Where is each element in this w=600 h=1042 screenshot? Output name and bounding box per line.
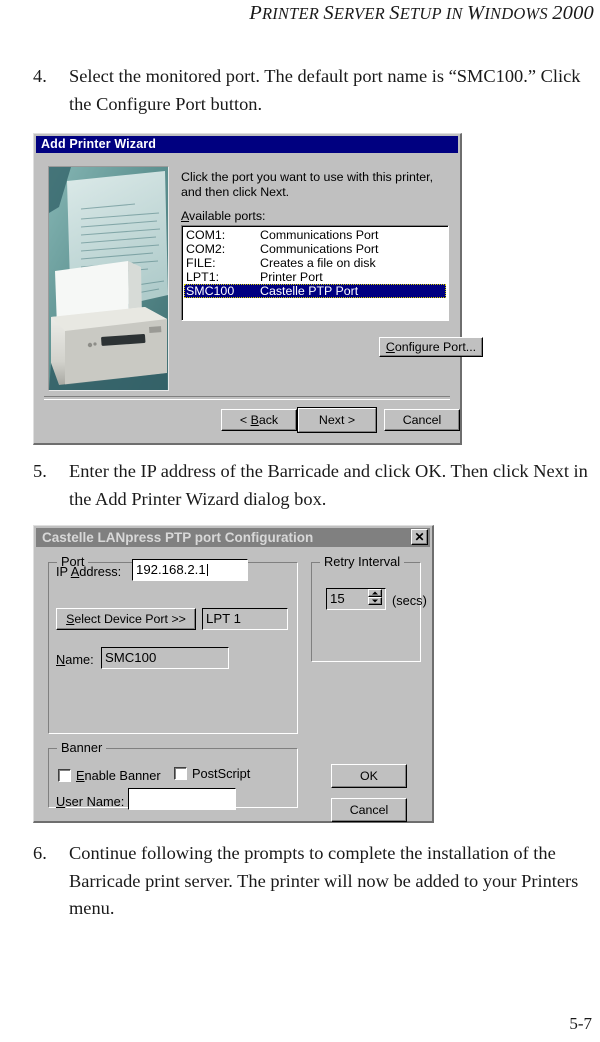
step-text: Enter the IP address of the Barricade an… xyxy=(69,461,588,509)
retry-interval-stepper[interactable] xyxy=(368,589,382,605)
device-port-value-field: LPT 1 xyxy=(202,608,288,630)
available-ports-label-rest: vailable ports: xyxy=(189,209,266,223)
dialog-titlebar: Add Printer Wizard xyxy=(36,136,458,153)
running-head-segment: ERVER xyxy=(333,4,390,23)
back-accel: B xyxy=(250,413,259,427)
stepper-up-button[interactable] xyxy=(368,589,382,597)
port-description: Printer Port xyxy=(260,270,323,284)
running-head-segment: ETUP xyxy=(399,4,446,23)
ip-address-input[interactable]: 192.168.2.1 xyxy=(132,559,248,581)
available-ports-label: Available ports: xyxy=(181,209,266,223)
step-text: Select the monitored port. The default p… xyxy=(69,66,581,114)
select-device-port-button[interactable]: Select Device Port >> xyxy=(56,608,196,630)
name-label-rest: ame: xyxy=(65,652,94,667)
port-name: FILE: xyxy=(186,256,216,270)
chevron-down-icon xyxy=(372,599,378,603)
port-list-item[interactable]: COM2: Communications Port xyxy=(184,242,446,256)
step-number: 5. xyxy=(33,461,47,481)
step-number: 4. xyxy=(33,66,47,86)
running-head-segment: P xyxy=(249,2,262,24)
configure-port-accel: C xyxy=(385,340,395,354)
printer-photo xyxy=(48,166,169,391)
user-name-input[interactable] xyxy=(128,788,236,810)
port-description: Communications Port xyxy=(260,242,379,256)
enable-banner-label[interactable]: Enable Banner xyxy=(76,768,161,783)
port-name: SMC100 xyxy=(186,284,235,298)
retry-units-label: (secs) xyxy=(392,593,427,608)
port-description: Creates a file on disk xyxy=(260,256,376,270)
step-number: 6. xyxy=(33,843,47,863)
banner-group-label: Banner xyxy=(57,741,107,755)
running-head-segment: IN xyxy=(445,4,468,23)
postscript-label[interactable]: PostScript xyxy=(192,766,250,781)
retry-interval-group-label: Retry Interval xyxy=(320,555,405,569)
back-prefix: < xyxy=(239,413,251,427)
port-name: COM1: xyxy=(186,228,226,242)
back-label: ack xyxy=(258,413,279,427)
page-number: 5-7 xyxy=(569,1014,592,1033)
name-label: Name: xyxy=(56,652,94,667)
step-item-6: 6. Continue following the prompts to com… xyxy=(33,840,595,923)
dialog-title: Add Printer Wizard xyxy=(41,137,157,151)
port-name: COM2: xyxy=(186,242,226,256)
port-list-item[interactable]: FILE: Creates a file on disk xyxy=(184,256,446,270)
ok-button[interactable]: OK xyxy=(331,764,407,788)
port-description: Castelle PTP Port xyxy=(260,284,359,298)
port-list-item[interactable]: LPT1: Printer Port xyxy=(184,270,446,284)
dialog-titlebar: Castelle LANpress PTP port Configuration xyxy=(36,528,430,547)
dialog-separator xyxy=(44,396,450,400)
port-name: LPT1: xyxy=(186,270,220,284)
port-list-item[interactable]: SMC100 Castelle PTP Port xyxy=(184,284,446,298)
printer-illustration-icon xyxy=(49,167,168,390)
ip-label-prefix: IP xyxy=(56,564,71,579)
ip-label-accel: A xyxy=(70,564,80,579)
step-item-4: 4. Select the monitored port. The defaul… xyxy=(33,63,595,118)
next-label: Next > xyxy=(298,408,376,432)
running-head-segment: W xyxy=(467,2,485,24)
enable-banner-accel: E xyxy=(76,768,85,783)
ip-address-label: IP Address: xyxy=(56,564,121,579)
available-ports-listbox[interactable]: COM1: Communications Port COM2: Communicati… xyxy=(181,225,449,321)
port-description: Communications Port xyxy=(260,228,379,242)
name-label-accel: N xyxy=(56,652,66,667)
configure-port-label: onfigure Port... xyxy=(394,340,477,354)
text-caret xyxy=(206,564,208,576)
running-head-segment: S xyxy=(389,2,400,24)
port-list-item[interactable]: COM1: Communications Port xyxy=(184,228,446,242)
ip-address-value: 192.168.2.1 xyxy=(136,562,206,577)
running-head-segment: S xyxy=(323,2,334,24)
user-name-accel: U xyxy=(56,794,66,809)
port-name-field[interactable]: SMC100 xyxy=(101,647,229,669)
cancel-button[interactable]: Cancel xyxy=(384,409,460,431)
stepper-down-button[interactable] xyxy=(368,597,382,605)
add-printer-wizard-dialog: Add Printer Wizard Click the port you wa… xyxy=(33,133,483,445)
castelle-configuration-dialog: Castelle LANpress PTP port Configuration… xyxy=(33,525,434,823)
select-device-port-label: elect Device Port >> xyxy=(74,612,186,626)
configure-port-button[interactable]: Configure Port... xyxy=(379,337,483,357)
step-text: Continue following the prompts to comple… xyxy=(69,843,579,918)
running-head-segment: 2000 xyxy=(552,2,594,24)
running-head-segment: RINTER xyxy=(261,4,324,23)
dialog-title: Castelle LANpress PTP port Configuration xyxy=(42,530,314,545)
user-name-label-rest: ser Name: xyxy=(65,794,125,809)
ip-label-rest: ddress: xyxy=(79,564,122,579)
retry-interval-groupbox: Retry Interval xyxy=(311,555,421,662)
close-icon[interactable]: ✕ xyxy=(411,529,428,545)
back-button[interactable]: < Back xyxy=(221,409,297,431)
wizard-prompt-text: Click the port you want to use with this… xyxy=(181,170,434,199)
enable-banner-checkbox[interactable] xyxy=(58,769,71,782)
next-button[interactable]: Next > xyxy=(297,407,377,433)
cancel-button[interactable]: Cancel xyxy=(331,798,407,822)
running-head-segment: INDOWS xyxy=(484,4,553,23)
chevron-up-icon xyxy=(372,591,378,595)
user-name-label: User Name: xyxy=(56,794,124,809)
available-ports-accel: A xyxy=(181,209,190,223)
postscript-checkbox[interactable] xyxy=(174,767,187,780)
running-head: PRINTER SERVER SETUP IN WINDOWS 2000 xyxy=(0,2,594,25)
enable-banner-label-rest: nable Banner xyxy=(84,768,161,783)
running-head-text: PRINTER SERVER SETUP IN WINDOWS 2000 xyxy=(249,2,594,24)
step-item-5: 5. Enter the IP address of the Barricade… xyxy=(33,458,595,513)
